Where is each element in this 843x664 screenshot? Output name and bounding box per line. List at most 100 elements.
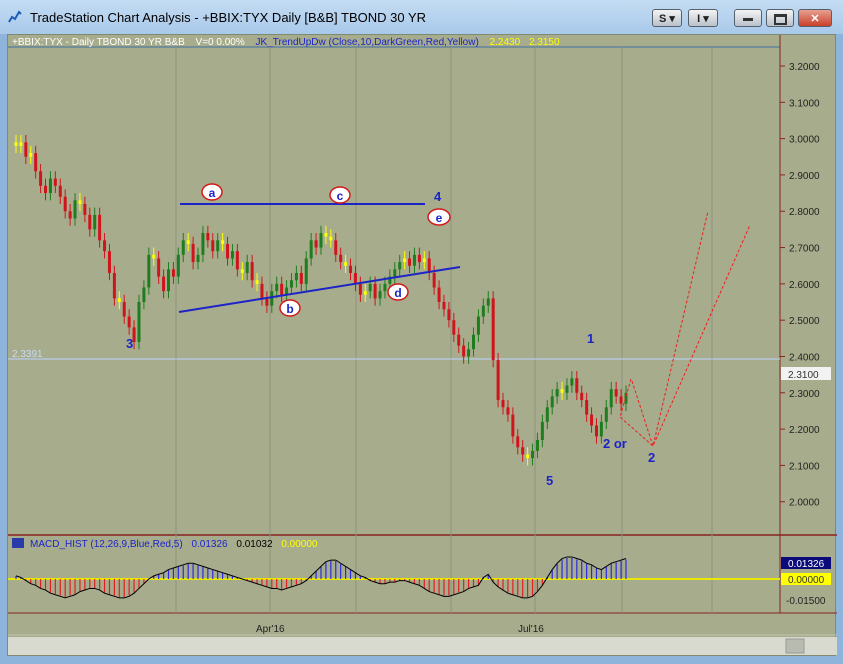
price-tick-label: 2.2000 [789,425,820,436]
candle-body [614,389,618,397]
candle-body [590,414,594,426]
time-label-jul: Jul'16 [518,624,544,635]
candle-body [368,283,372,292]
candle-body [309,240,313,259]
candle-body [275,283,279,292]
candle-body [216,240,220,252]
candle-body [280,283,284,295]
candle-body [319,233,323,248]
candle-body [235,251,239,270]
candle-body [585,400,589,415]
scrollbar-thumb[interactable] [785,638,805,654]
candle-body [88,214,92,230]
candlestick-series [14,134,628,466]
macd-current-value: 0.01326 [788,559,825,570]
price-tick-label: 2.6000 [789,280,820,291]
price-tick-label: 2.4000 [789,352,820,363]
candle-body [255,280,259,284]
i-menu-button[interactable]: I ▾ [688,9,718,27]
volume-info: V=0 0.00% [196,37,245,48]
candle-body [103,240,107,252]
wave-4-label: 4 [434,189,442,204]
header-info: +BBIX:TYX - Daily TBOND 30 YR B&B V=0 0.… [12,37,560,48]
candle-body [604,407,608,422]
svg-text:d: d [394,286,401,300]
candle-body [422,258,426,263]
candle-body [294,272,298,281]
candle-body [363,291,367,295]
chart-canvas[interactable]: 3.2000 3.1000 3.0000 2.9000 2.8000 2.7000 2.60… [8,35,837,657]
candle-body [457,334,461,346]
candle-body [34,153,38,172]
s-label: S [659,13,667,25]
price-tick-label: 3.1000 [789,98,820,109]
candle-body [206,233,210,241]
title-bar[interactable]: TradeStation Chart Analysis - +BBIX:TYX … [0,0,843,34]
candle-body [93,214,97,230]
macd-zero-value: 0.00000 [788,575,825,586]
s-menu-button[interactable]: S ▾ [652,9,682,27]
chart-area[interactable]: 3.2000 3.1000 3.0000 2.9000 2.8000 2.7000 2.60… [7,34,837,657]
candle-body [58,185,62,197]
macd-icon[interactable] [12,538,24,548]
candle-body [329,236,333,241]
candle-body [240,269,244,273]
candle-body [619,396,623,404]
candle-body [29,153,33,157]
candle-body [531,450,535,459]
candle-body [481,305,485,317]
candle-body [63,196,67,212]
candle-body [550,396,554,408]
candle-body [599,421,603,437]
minimize-button[interactable] [734,9,762,27]
candle-body [506,407,510,415]
restore-button[interactable] [766,9,794,27]
candle-body [14,142,18,146]
price-tick-label: 2.5000 [789,316,820,327]
candle-body [486,298,490,306]
candle-body [176,254,180,277]
candle-body [112,272,116,299]
candle-body [167,269,170,292]
candle-body [127,316,131,328]
candle-body [472,334,475,350]
candle-body [117,298,121,303]
macd-value-3: 0.00000 [281,539,318,550]
candle-body [68,211,72,219]
horizontal-scrollbar[interactable] [8,637,837,655]
candle-body [48,178,52,194]
candle-body [19,142,23,146]
candle-body [462,345,466,357]
wave-3-label: 3 [126,336,133,351]
candle-body [122,302,126,317]
candle-body [575,378,579,393]
candle-body [226,243,230,259]
candle-body [398,262,402,270]
candle-body [408,258,412,266]
candle-body [378,291,382,299]
close-button[interactable]: ✕ [798,9,832,27]
indicator-info: JK_TrendUpDw (Close,10,DarkGreen,Red,Yel… [256,37,479,48]
candle-body [442,302,446,310]
candle-body [324,233,328,237]
candle-body [147,254,151,288]
candle-body [349,265,353,273]
candle-body [403,258,407,263]
candle-body [545,407,549,422]
candle-body [476,316,480,335]
candle-body [230,251,234,259]
symbol-info: +BBIX:TYX - Daily TBOND 30 YR B&B [12,37,185,48]
candle-body [609,389,613,408]
macd-header: MACD_HIST (12,26,9,Blue,Red,5) 0.01326 0… [30,539,318,550]
candle-body [580,392,584,401]
candle-body [432,272,436,288]
candle-body [152,254,156,259]
candle-body [412,254,416,266]
header-value-1: 2.2430 [490,37,521,48]
candle-body [157,258,161,277]
wave-d-label: d [387,283,409,301]
candle-body [417,254,421,263]
candle-body [353,272,357,284]
candle-body [83,203,87,215]
candle-body [299,272,303,284]
